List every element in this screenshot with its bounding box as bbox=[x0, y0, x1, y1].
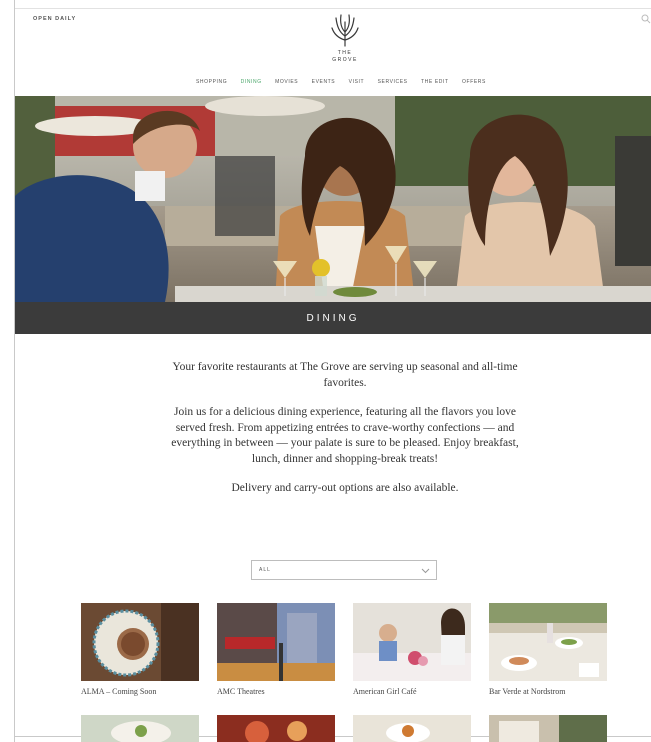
nav-movies[interactable]: MOVIES bbox=[275, 79, 298, 85]
restaurant-card-partial[interactable] bbox=[81, 715, 199, 742]
intro-paragraph-2: Join us for a delicious dining experienc… bbox=[171, 406, 519, 465]
restaurant-name[interactable]: American Girl Café bbox=[353, 687, 471, 696]
main-nav: SHOPPING DINING MOVIES EVENTS VISIT SERV… bbox=[196, 79, 486, 85]
restaurant-filter-select[interactable]: ALL bbox=[251, 560, 437, 580]
filter-selected-value: ALL bbox=[259, 567, 271, 573]
intro-text: Your favorite restaurants at The Grove a… bbox=[160, 360, 530, 511]
wheat-logo-icon bbox=[331, 14, 359, 47]
restaurant-name[interactable]: AMC Theatres bbox=[217, 687, 335, 696]
logo-line-1: THE bbox=[337, 50, 353, 56]
restaurant-name[interactable]: Bar Verde at Nordstrom bbox=[489, 687, 607, 696]
search-icon[interactable] bbox=[641, 14, 651, 24]
nav-events[interactable]: EVENTS bbox=[312, 79, 336, 85]
nav-dining[interactable]: DINING bbox=[241, 79, 262, 85]
top-divider bbox=[14, 8, 651, 9]
page: OPEN DAILY THE GROVE SHOPPING DINING MOV… bbox=[0, 0, 651, 742]
restaurant-card-partial[interactable] bbox=[489, 715, 607, 742]
restaurant-card[interactable]: AMC Theatres bbox=[217, 603, 335, 696]
intro-paragraph-1: Your favorite restaurants at The Grove a… bbox=[172, 361, 518, 389]
banner-title: DINING bbox=[306, 312, 360, 324]
restaurant-name[interactable]: ALMA – Coming Soon bbox=[81, 687, 199, 696]
restaurant-card-partial[interactable] bbox=[353, 715, 471, 742]
chevron-down-icon bbox=[421, 568, 430, 574]
nav-services[interactable]: SERVICES bbox=[378, 79, 408, 85]
restaurant-card[interactable]: ALMA – Coming Soon bbox=[81, 603, 199, 696]
restaurant-card-partial[interactable] bbox=[217, 715, 335, 742]
the-grove-logo[interactable]: THE GROVE bbox=[324, 12, 366, 70]
restaurant-image-american-girl-cafe[interactable] bbox=[353, 603, 471, 681]
restaurant-card[interactable]: American Girl Café bbox=[353, 603, 471, 696]
nav-shopping[interactable]: SHOPPING bbox=[196, 79, 227, 85]
restaurant-image-bar-verde[interactable] bbox=[489, 603, 607, 681]
restaurant-image-alma[interactable] bbox=[81, 603, 199, 681]
logo-wordmark: THE GROVE bbox=[324, 50, 366, 64]
dining-banner: DINING bbox=[15, 302, 651, 334]
open-daily-label: OPEN DAILY bbox=[33, 16, 77, 22]
nav-the-edit[interactable]: THE EDIT bbox=[421, 79, 449, 85]
logo-line-2: GROVE bbox=[332, 57, 358, 63]
intro-paragraph-3: Delivery and carry-out options are also … bbox=[231, 482, 459, 494]
restaurant-image-amc[interactable] bbox=[217, 603, 335, 681]
nav-visit[interactable]: VISIT bbox=[349, 79, 365, 85]
restaurant-card[interactable]: Bar Verde at Nordstrom bbox=[489, 603, 607, 696]
nav-offers[interactable]: OFFERS bbox=[462, 79, 486, 85]
hero-image bbox=[15, 96, 651, 302]
